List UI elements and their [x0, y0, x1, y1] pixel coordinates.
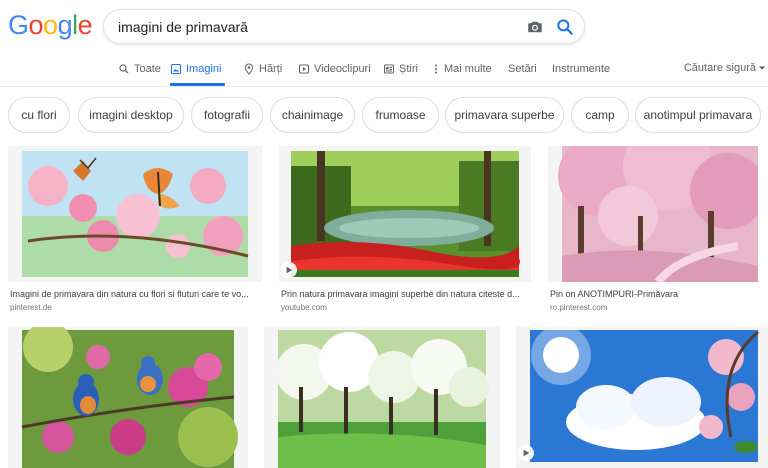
- news-icon: [384, 64, 394, 74]
- tab-label: Hărți: [259, 63, 283, 75]
- tab-label: Știri: [399, 63, 418, 75]
- chip-label: chainimage: [281, 108, 344, 122]
- chip-chainimage[interactable]: chainimage: [270, 97, 355, 133]
- result-thumbnail[interactable]: [8, 327, 248, 468]
- play-icon: [523, 449, 530, 457]
- chip-frumoase[interactable]: frumoase: [362, 97, 439, 133]
- logo-letter: o: [28, 10, 44, 40]
- play-icon: [299, 64, 309, 74]
- safe-search-label: Căutare sigură: [683, 62, 756, 74]
- logo-letter: g: [57, 10, 73, 40]
- tab-settings[interactable]: Setări: [508, 52, 537, 86]
- google-logo[interactable]: Google: [8, 10, 93, 41]
- search-tabs: Toate Imagini Hărți Videoclipuri Știri M…: [0, 52, 768, 86]
- tab-label: Setări: [508, 63, 537, 75]
- logo-letter: G: [8, 10, 29, 40]
- chip-label: fotografii: [203, 108, 251, 122]
- more-vert-icon: [435, 64, 437, 74]
- tab-label: Instrumente: [552, 63, 611, 75]
- chip-imagini-desktop[interactable]: imagini desktop: [78, 97, 184, 133]
- tab-tools[interactable]: Instrumente: [552, 52, 610, 86]
- tab-label: Mai multe: [444, 63, 492, 75]
- logo-letter: o: [43, 10, 58, 40]
- tab-label: Videoclipuri: [314, 63, 371, 75]
- result-thumbnail[interactable]: [264, 327, 500, 468]
- search-box: [103, 9, 585, 44]
- chip-label: imagini desktop: [89, 108, 173, 122]
- chip-fotografii[interactable]: fotografii: [191, 97, 263, 133]
- result-source: pinterest.de: [10, 303, 52, 312]
- chevron-down-icon: [758, 66, 766, 70]
- chip-anotimpul-primavara[interactable]: anotimpul primavara: [635, 97, 761, 133]
- related-chips: cu flori imagini desktop fotografii chai…: [8, 97, 768, 133]
- video-badge: [281, 262, 297, 278]
- result-source: youtube.com: [281, 303, 327, 312]
- tab-all[interactable]: Toate: [118, 52, 161, 86]
- tab-maps[interactable]: Hărți: [243, 52, 282, 86]
- tab-videos[interactable]: Videoclipuri: [298, 52, 371, 86]
- tab-label: Toate: [134, 63, 161, 75]
- camera-icon[interactable]: [526, 18, 544, 36]
- result-thumbnail[interactable]: [8, 146, 262, 282]
- search-icon[interactable]: [555, 17, 575, 37]
- tab-more[interactable]: Mai multe: [432, 52, 492, 86]
- chip-cu-flori[interactable]: cu flori: [8, 97, 70, 133]
- tabs-divider: [0, 86, 768, 87]
- result-caption[interactable]: Pin on ANOTIMPURI-Primăvara: [550, 289, 758, 299]
- tab-label: Imagini: [186, 63, 222, 75]
- search-input[interactable]: [118, 10, 508, 43]
- result-caption[interactable]: Imagini de primavara din natura cu flori…: [10, 289, 262, 299]
- chip-label: cu flori: [21, 108, 57, 122]
- chip-label: camp: [585, 108, 615, 122]
- chip-label: primavara superbe: [454, 108, 555, 122]
- chip-label: anotimpul primavara: [643, 108, 753, 122]
- chip-primavara-superbe[interactable]: primavara superbe: [445, 97, 564, 133]
- result-source: ro.pinterest.com: [550, 303, 608, 312]
- map-pin-icon: [244, 63, 254, 75]
- chip-camp[interactable]: camp: [571, 97, 629, 133]
- result-thumbnail[interactable]: [279, 146, 531, 282]
- video-badge: [518, 445, 534, 461]
- tab-news[interactable]: Știri: [383, 52, 418, 86]
- tab-images[interactable]: Imagini: [170, 52, 226, 86]
- image-icon: [171, 64, 181, 74]
- safe-search-toggle[interactable]: Căutare sigură: [684, 62, 766, 74]
- search-icon: [119, 64, 129, 74]
- result-caption[interactable]: Prin natura primavara imagini superbe di…: [281, 289, 529, 299]
- result-thumbnail[interactable]: [516, 327, 768, 468]
- result-thumbnail[interactable]: [548, 146, 758, 282]
- play-icon: [286, 266, 293, 274]
- chip-label: frumoase: [375, 108, 426, 122]
- logo-letter: e: [77, 10, 93, 40]
